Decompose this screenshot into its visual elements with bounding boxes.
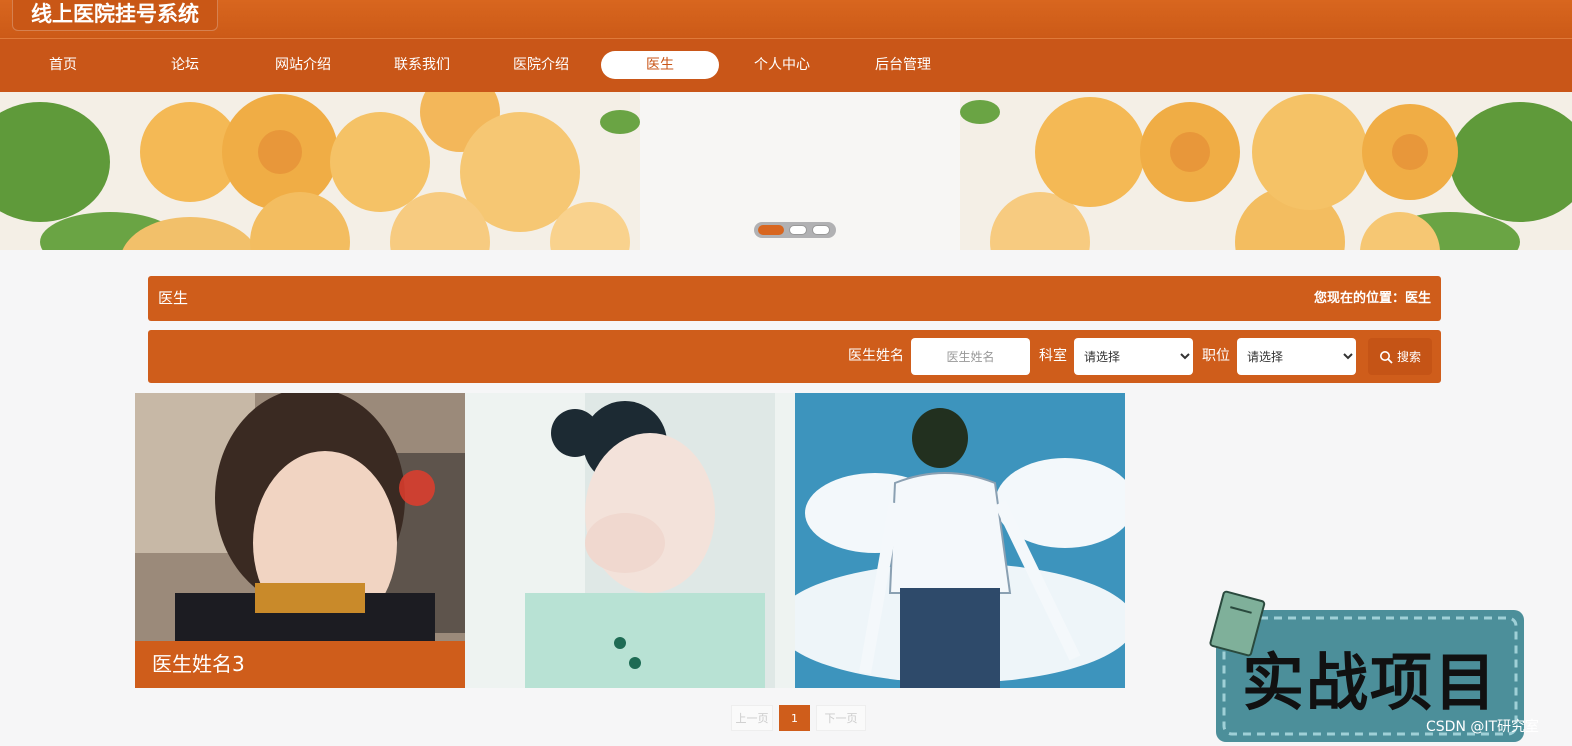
- doctor-photo-2: [465, 393, 795, 688]
- department-label: 科室: [1039, 348, 1067, 364]
- banner-carousel[interactable]: [0, 92, 1572, 250]
- page-1-button[interactable]: 1: [779, 705, 810, 731]
- doctor-card-1-name: 医生姓名3: [135, 641, 465, 688]
- doctor-photo-3: [795, 393, 1125, 688]
- search-button-label: 搜索: [1396, 350, 1421, 364]
- position-select[interactable]: 请选择: [1237, 338, 1356, 375]
- doctor-card-1[interactable]: 医生姓名3: [135, 393, 465, 688]
- next-page-button[interactable]: 下一页: [816, 705, 866, 731]
- breadcrumb: 您现在的位置：医生: [1313, 291, 1431, 306]
- search-button[interactable]: 搜索: [1368, 338, 1432, 375]
- nav-item-contact[interactable]: 联系我们: [363, 51, 481, 79]
- nav-item-site-intro[interactable]: 网站介绍: [244, 51, 362, 79]
- nav-item-admin[interactable]: 后台管理: [844, 51, 962, 79]
- roses-right-image: [960, 92, 1572, 250]
- carousel-dot-3[interactable]: [812, 225, 830, 235]
- prev-page-button[interactable]: 上一页: [731, 705, 773, 731]
- search-bar: 医生姓名 科室 请选择 职位 请选择 搜索: [148, 330, 1441, 383]
- search-icon: [1379, 350, 1393, 364]
- carousel-dot-1[interactable]: [758, 225, 784, 235]
- carousel-dot-2[interactable]: [789, 225, 807, 235]
- doctor-name-input[interactable]: [911, 338, 1030, 375]
- main-nav: 首页 论坛 网站介绍 联系我们 医院介绍 医生 个人中心 后台管理: [0, 38, 1572, 93]
- top-bar: 线上医院挂号系统: [0, 0, 1572, 38]
- section-header: 医生 您现在的位置：医生: [148, 276, 1441, 321]
- nav-item-hospital-intro[interactable]: 医院介绍: [482, 51, 600, 79]
- nav-item-profile[interactable]: 个人中心: [723, 51, 841, 79]
- nav-item-doctor[interactable]: 医生: [601, 51, 719, 79]
- doctor-name-label: 医生姓名: [848, 348, 904, 364]
- nav-item-home[interactable]: 首页: [4, 51, 122, 79]
- roses-left-image: [0, 92, 640, 250]
- section-title: 医生: [158, 289, 189, 307]
- doctor-card-2[interactable]: [465, 393, 795, 688]
- position-label: 职位: [1202, 348, 1230, 364]
- watermark: CSDN @IT研究室: [1426, 719, 1540, 735]
- site-title: 线上医院挂号系统: [12, 0, 218, 31]
- book-icon: [1209, 590, 1266, 657]
- carousel-indicators: [754, 222, 836, 238]
- doctor-card-3[interactable]: [795, 393, 1125, 688]
- nav-item-forum[interactable]: 论坛: [126, 51, 244, 79]
- department-select[interactable]: 请选择: [1074, 338, 1193, 375]
